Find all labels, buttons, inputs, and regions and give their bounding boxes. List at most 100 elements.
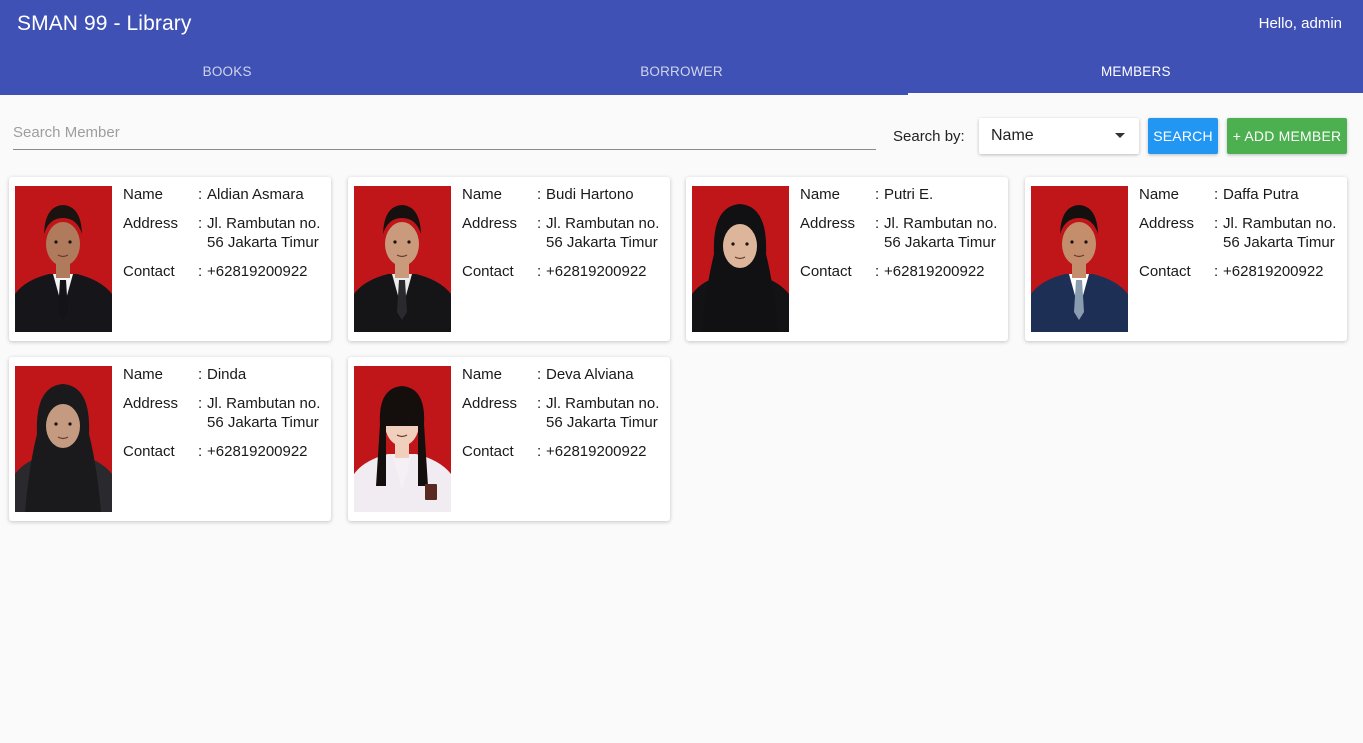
separator: :	[537, 366, 542, 383]
contact-row: Contact : +62819200922	[123, 262, 325, 281]
member-photo-1	[15, 186, 112, 332]
contact-label: Contact	[1139, 263, 1191, 280]
address-label: Address	[462, 395, 518, 412]
contact-row: Contact : +62819200922	[462, 262, 664, 281]
member-card[interactable]: Name : Putri E. Address : Jl. Rambutan n…	[686, 177, 1008, 341]
separator: :	[198, 263, 203, 280]
separator: :	[1214, 215, 1219, 232]
member-info: Name : Putri E. Address : Jl. Rambutan n…	[800, 185, 1002, 291]
contact-row: Contact : +62819200922	[123, 442, 325, 461]
separator: :	[198, 215, 203, 232]
contact-label: Contact	[462, 443, 514, 460]
address-row: Address : Jl. Rambutan no. 56 Jakarta Ti…	[462, 214, 664, 252]
name-label: Name	[123, 366, 164, 383]
contact-row: Contact : +62819200922	[800, 262, 1002, 281]
address-label: Address	[800, 215, 856, 232]
tab-books[interactable]: BOOKS	[0, 48, 454, 95]
member-contact: +62819200922	[207, 263, 308, 280]
search-by-select[interactable]: Name	[979, 118, 1139, 154]
address-label: Address	[1139, 215, 1195, 232]
name-label: Name	[800, 186, 841, 203]
member-contact: +62819200922	[884, 263, 985, 280]
app-bar: SMAN 99 - Library Hello, admin BOOKS BOR…	[0, 0, 1363, 95]
member-card[interactable]: Name : Daffa Putra Address : Jl. Rambuta…	[1025, 177, 1347, 341]
address-label: Address	[123, 215, 179, 232]
name-row: Name : Deva Alviana	[462, 365, 664, 384]
member-address: Jl. Rambutan no. 56 Jakarta Timur	[1223, 215, 1337, 251]
address-row: Address : Jl. Rambutan no. 56 Jakarta Ti…	[123, 394, 325, 432]
member-name: Daffa Putra	[1223, 186, 1299, 203]
tab-borrower[interactable]: BORROWER	[454, 48, 908, 95]
app-title: SMAN 99 - Library	[17, 12, 192, 35]
contact-row: Contact : +62819200922	[1139, 262, 1341, 281]
member-name: Deva Alviana	[546, 366, 634, 383]
member-address: Jl. Rambutan no. 56 Jakarta Timur	[884, 215, 998, 251]
address-label: Address	[123, 395, 179, 412]
name-row: Name : Aldian Asmara	[123, 185, 325, 204]
add-member-button[interactable]: + ADD MEMBER	[1227, 118, 1347, 154]
separator: :	[198, 366, 203, 383]
member-photo	[354, 186, 451, 332]
tab-bar: BOOKS BORROWER MEMBERS	[0, 48, 1363, 95]
member-photo-2	[354, 186, 451, 332]
search-button[interactable]: SEARCH	[1148, 118, 1218, 154]
member-card[interactable]: Name : Budi Hartono Address : Jl. Rambut…	[348, 177, 670, 341]
address-row: Address : Jl. Rambutan no. 56 Jakarta Ti…	[800, 214, 1002, 252]
member-card[interactable]: Name : Deva Alviana Address : Jl. Rambut…	[348, 357, 670, 521]
member-address: Jl. Rambutan no. 56 Jakarta Timur	[207, 215, 321, 251]
separator: :	[1214, 263, 1219, 280]
tab-members[interactable]: MEMBERS	[909, 48, 1363, 95]
separator: :	[875, 215, 880, 232]
contact-label: Contact	[123, 443, 175, 460]
separator: :	[537, 443, 542, 460]
separator: :	[1214, 186, 1219, 203]
separator: :	[537, 395, 542, 412]
name-label: Name	[1139, 186, 1180, 203]
member-photo-5	[15, 366, 112, 512]
address-row: Address : Jl. Rambutan no. 56 Jakarta Ti…	[1139, 214, 1341, 252]
member-info: Name : Daffa Putra Address : Jl. Rambuta…	[1139, 185, 1341, 291]
separator: :	[198, 395, 203, 412]
search-member-input[interactable]	[13, 117, 876, 147]
separator: :	[537, 186, 542, 203]
member-name: Budi Hartono	[546, 186, 634, 203]
member-photo	[15, 186, 112, 332]
member-name: Putri E.	[884, 186, 934, 203]
name-label: Name	[462, 366, 503, 383]
member-photo-4	[1031, 186, 1128, 332]
contact-label: Contact	[800, 263, 852, 280]
separator: :	[875, 263, 880, 280]
user-greeting: Hello, admin	[1258, 15, 1342, 32]
separator: :	[537, 215, 542, 232]
member-name: Aldian Asmara	[207, 186, 304, 203]
member-info: Name : Aldian Asmara Address : Jl. Rambu…	[123, 185, 325, 291]
contact-row: Contact : +62819200922	[462, 442, 664, 461]
member-info: Name : Dinda Address : Jl. Rambutan no. …	[123, 365, 325, 471]
member-contact: +62819200922	[546, 263, 647, 280]
caret-down-icon	[1115, 133, 1125, 138]
contact-label: Contact	[462, 263, 514, 280]
member-info: Name : Budi Hartono Address : Jl. Rambut…	[462, 185, 664, 291]
search-by-label: Search by:	[893, 128, 965, 145]
name-row: Name : Putri E.	[800, 185, 1002, 204]
address-row: Address : Jl. Rambutan no. 56 Jakarta Ti…	[462, 394, 664, 432]
member-address: Jl. Rambutan no. 56 Jakarta Timur	[546, 215, 660, 251]
name-row: Name : Dinda	[123, 365, 325, 384]
member-photo-6	[354, 366, 451, 512]
contact-label: Contact	[123, 263, 175, 280]
member-contact: +62819200922	[207, 443, 308, 460]
member-card[interactable]: Name : Dinda Address : Jl. Rambutan no. …	[9, 357, 331, 521]
member-info: Name : Deva Alviana Address : Jl. Rambut…	[462, 365, 664, 471]
member-card[interactable]: Name : Aldian Asmara Address : Jl. Rambu…	[9, 177, 331, 341]
members-toolbar: Search by: Name SEARCH + ADD MEMBER	[0, 95, 1363, 175]
name-label: Name	[462, 186, 503, 203]
name-row: Name : Daffa Putra	[1139, 185, 1341, 204]
member-photo	[692, 186, 789, 332]
member-photo	[354, 366, 451, 512]
address-label: Address	[462, 215, 518, 232]
member-contact: +62819200922	[1223, 263, 1324, 280]
member-contact: +62819200922	[546, 443, 647, 460]
address-row: Address : Jl. Rambutan no. 56 Jakarta Ti…	[123, 214, 325, 252]
member-photo	[15, 366, 112, 512]
name-row: Name : Budi Hartono	[462, 185, 664, 204]
